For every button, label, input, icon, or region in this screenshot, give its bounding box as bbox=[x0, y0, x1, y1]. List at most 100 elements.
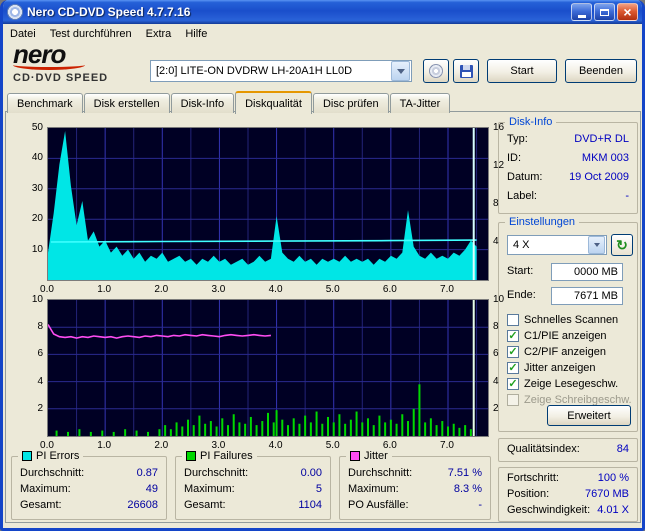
avg-value: 7.51 % bbox=[447, 467, 482, 479]
speed-value: 4.01 X bbox=[597, 504, 629, 516]
checkbox-zeige-lesegeschw[interactable]: ✓ Zeige Lesegeschw. bbox=[507, 377, 618, 391]
tab-benchmark[interactable]: Benchmark bbox=[7, 93, 83, 113]
pi-errors-title: PI Errors bbox=[36, 450, 80, 462]
checkbox-c2-pif-anzeigen[interactable]: ✓ C2/PIF anzeigen bbox=[507, 345, 606, 359]
drive-select-value: [2:0] LITE-ON DVDRW LH-20A1H LL0D bbox=[156, 65, 353, 77]
jitter-legend-icon bbox=[350, 451, 360, 461]
pi-failures-title: PI Failures bbox=[200, 450, 253, 462]
axis-tick-label: 0.0 bbox=[40, 440, 54, 451]
menu-extra[interactable]: Extra bbox=[139, 26, 179, 42]
avg-value: 0.00 bbox=[300, 467, 322, 479]
axis-tick-label: 10 bbox=[493, 294, 505, 305]
axis-tick-label: 6.0 bbox=[382, 440, 397, 451]
drive-select[interactable]: [2:0] LITE-ON DVDRW LH-20A1H LL0D bbox=[150, 60, 412, 82]
pi-errors-legend-icon bbox=[22, 451, 32, 461]
progress-value: 100 % bbox=[597, 472, 629, 484]
progress-group: Fortschritt: 100 % Position: 7670 MB Gesch… bbox=[498, 467, 638, 522]
disk-type-label: Typ: bbox=[507, 133, 528, 145]
disk-type-value: DVD+R DL bbox=[574, 133, 629, 145]
avg-label: Durchschnitt: bbox=[348, 467, 413, 479]
disk-date-value: 19 Oct 2009 bbox=[569, 171, 629, 183]
tab-disk-info[interactable]: Disk-Info bbox=[170, 93, 235, 113]
axis-tick-label: 1.0 bbox=[97, 440, 112, 451]
minimize-button[interactable] bbox=[571, 3, 592, 21]
nero-logo: nero CD·DVD SPEED bbox=[13, 41, 143, 84]
axis-tick-label: 6 bbox=[37, 348, 43, 360]
close-button[interactable] bbox=[617, 3, 638, 21]
scan-end-input[interactable] bbox=[551, 287, 623, 305]
tab-disk-erstellen[interactable]: Disk erstellen bbox=[83, 93, 170, 113]
disk-date-label: Datum: bbox=[507, 171, 543, 183]
total-value: 26608 bbox=[127, 499, 158, 511]
checkbox-icon[interactable]: ✓ bbox=[507, 362, 519, 374]
scan-start-input[interactable] bbox=[551, 263, 623, 281]
menu-bar: Datei Test durchführen Extra Hilfe bbox=[3, 24, 642, 43]
axis-tick-label: 30 bbox=[31, 182, 43, 194]
axis-tick-label: 20 bbox=[31, 213, 43, 225]
disk-id-value: MKM 003 bbox=[581, 152, 629, 164]
axis-tick-label: 5.0 bbox=[325, 440, 340, 451]
maximize-button[interactable] bbox=[594, 3, 615, 21]
po-failures-label: PO Ausfälle: bbox=[348, 499, 409, 511]
floppy-disk-icon bbox=[459, 64, 473, 78]
max-label: Maximum: bbox=[348, 483, 399, 495]
window-title: Nero CD-DVD Speed 4.7.7.16 bbox=[27, 5, 191, 19]
axis-tick-label: 6.0 bbox=[382, 284, 397, 295]
pi-errors-chart bbox=[47, 127, 489, 281]
axis-tick-label: 8 bbox=[37, 321, 43, 333]
chevron-down-icon[interactable] bbox=[588, 236, 605, 254]
checkbox-schnelles-scannen[interactable]: Schnelles Scannen bbox=[507, 313, 618, 327]
avg-label: Durchschnitt: bbox=[20, 467, 85, 479]
axis-tick-label: 7.0 bbox=[440, 440, 454, 451]
checkbox-jitter-anzeigen[interactable]: ✓ Jitter anzeigen bbox=[507, 361, 596, 375]
axis-tick-label: 4.0 bbox=[268, 284, 283, 295]
avg-value: 0.87 bbox=[136, 467, 158, 479]
quit-button[interactable]: Beenden bbox=[565, 59, 637, 83]
axis-tick-label: 3.0 bbox=[211, 284, 226, 295]
total-label: Gesamt: bbox=[184, 499, 226, 511]
axis-tick-label: 6 bbox=[493, 348, 499, 360]
advanced-button[interactable]: Erweitert bbox=[547, 405, 631, 426]
title-bar[interactable]: Nero CD-DVD Speed 4.7.7.16 bbox=[3, 0, 642, 24]
axis-tick-label: 4.0 bbox=[268, 440, 283, 451]
nero-logo-subtext: CD·DVD SPEED bbox=[13, 72, 109, 84]
speed-label: Geschwindigkeit: bbox=[507, 504, 591, 516]
axis-tick-label: 2 bbox=[37, 402, 43, 414]
pi-failures-legend-icon bbox=[186, 451, 196, 461]
disk-info-group: Disk-Info Typ: DVD+R DL ID: MKM 003 Datum:… bbox=[498, 116, 638, 214]
max-value: 8.3 % bbox=[453, 483, 482, 495]
settings-group: Einstellungen 4 X Start: Ende: Schnelles… bbox=[498, 216, 638, 432]
scan-speed-select[interactable]: 4 X bbox=[507, 235, 607, 255]
axis-tick-label: 5.0 bbox=[325, 284, 340, 295]
axis-tick-label: 4 bbox=[493, 375, 499, 387]
axis-tick-label: 50 bbox=[31, 122, 43, 133]
tab-disc-pruefen[interactable]: Disc prüfen bbox=[312, 93, 389, 113]
settings-title: Einstellungen bbox=[505, 216, 580, 228]
total-value: 1104 bbox=[298, 499, 322, 511]
scan-start-label: Start: bbox=[507, 265, 534, 277]
tab-ta-jitter[interactable]: TA-Jitter bbox=[389, 93, 451, 113]
axis-tick-label: 1.0 bbox=[97, 284, 112, 295]
jitter-stats: Jitter Durchschnitt: 7.51 % Maximum: 8.3 %… bbox=[339, 450, 491, 520]
app-window: Nero CD-DVD Speed 4.7.7.16 Datei Test du… bbox=[0, 0, 645, 531]
tab-strip: Benchmark Disk erstellen Disk-Info Diskq… bbox=[7, 91, 451, 114]
axis-tick-label: 4 bbox=[37, 375, 43, 387]
axis-tick-label: 40 bbox=[31, 152, 43, 164]
start-test-button[interactable]: Start bbox=[487, 59, 557, 83]
disk-label-value: - bbox=[625, 190, 629, 202]
position-value: 7670 MB bbox=[584, 488, 629, 500]
checkbox-c1-pie-anzeigen[interactable]: ✓ C1/PIE anzeigen bbox=[507, 329, 607, 343]
avg-label: Durchschnitt: bbox=[184, 467, 249, 479]
quality-index-group: Qualitätsindex: 84 bbox=[498, 438, 638, 462]
max-label: Maximum: bbox=[184, 483, 235, 495]
tab-diskqualitaet[interactable]: Diskqualität bbox=[235, 91, 312, 114]
progress-label: Fortschritt: bbox=[507, 472, 559, 484]
save-button[interactable] bbox=[453, 59, 479, 83]
axis-tick-label: 16 bbox=[493, 122, 505, 133]
disc-info-button[interactable] bbox=[423, 59, 449, 83]
disc-icon bbox=[429, 64, 443, 78]
chevron-down-icon[interactable] bbox=[391, 61, 410, 81]
quality-index-label: Qualitätsindex: bbox=[507, 443, 580, 455]
menu-hilfe[interactable]: Hilfe bbox=[178, 26, 214, 42]
refresh-speeds-button[interactable] bbox=[611, 234, 633, 256]
